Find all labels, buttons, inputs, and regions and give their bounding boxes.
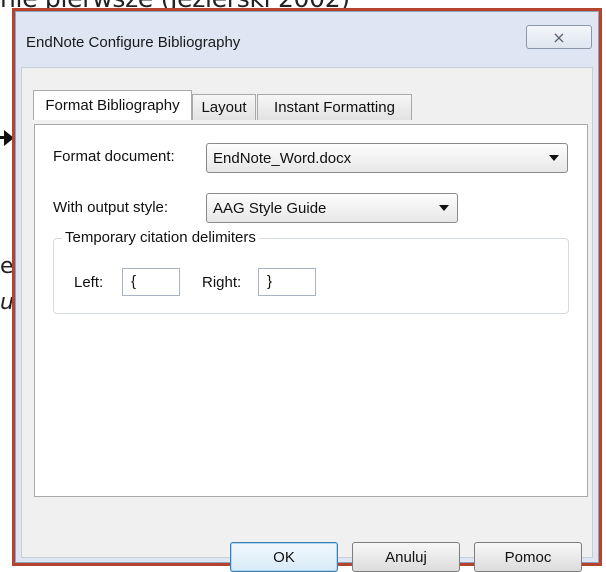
configure-bibliography-dialog: EndNote Configure Bibliography × Format … [15,11,599,572]
tab-instant-formatting[interactable]: Instant Formatting [257,94,412,120]
right-delimiter-label: Right: [202,274,242,291]
help-button[interactable]: Pomoc [474,542,582,572]
left-delimiter-label: Left: [74,274,104,291]
format-bibliography-panel: Format document: EndNote_Word.docx With … [34,124,588,497]
tab-label: Instant Formatting [274,99,395,116]
close-icon: × [552,27,566,47]
dialog-title: EndNote Configure Bibliography [26,34,241,51]
citation-delimiters-group: Temporary citation delimiters Left: { Ri… [53,229,569,314]
chevron-down-icon [549,155,559,161]
format-document-dropdown[interactable]: EndNote_Word.docx [206,143,568,173]
left-delimiter-input[interactable]: { [122,268,180,296]
output-style-value: AAG Style Guide [213,199,327,217]
tab-label: Layout [201,99,247,116]
group-title: Temporary citation delimiters [62,229,259,246]
right-delimiter-input[interactable]: } [258,268,316,296]
cancel-button[interactable]: Anuluj [352,542,460,572]
format-document-value: EndNote_Word.docx [213,149,352,167]
tab-label: Format Bibliography [45,97,180,114]
tab-format-bibliography[interactable]: Format Bibliography [33,90,192,120]
tab-layout[interactable]: Layout [192,94,256,120]
chevron-down-icon [439,205,449,211]
output-style-dropdown[interactable]: AAG Style Guide [206,193,458,223]
ok-button[interactable]: OK [230,542,338,572]
close-button[interactable]: × [526,25,592,49]
output-style-label: With output style: [53,199,169,216]
format-document-label: Format document: [53,148,175,165]
dialog-client-area: Format Bibliography Layout Instant Forma… [21,67,593,572]
